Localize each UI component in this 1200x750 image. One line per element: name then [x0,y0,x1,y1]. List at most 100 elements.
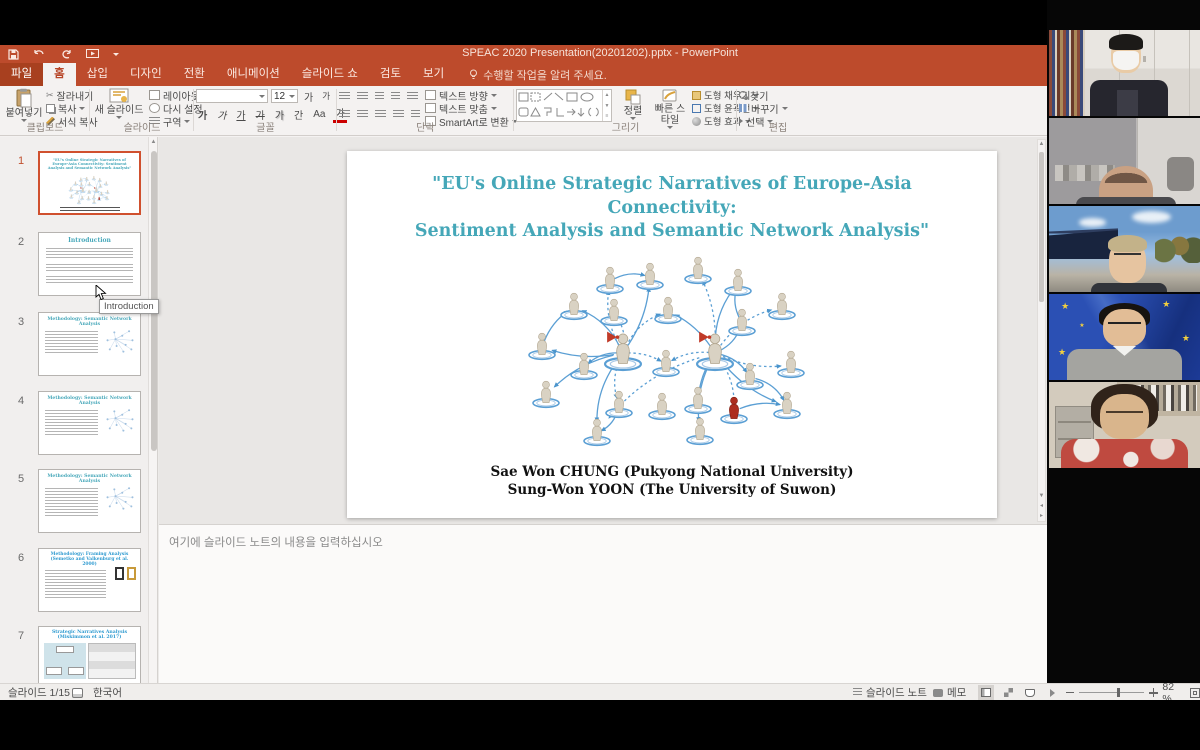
ime-indicator[interactable] [72,684,83,701]
layout-icon [149,90,160,100]
tab-design[interactable]: 디자인 [119,63,173,86]
new-slide-button[interactable]: 새 슬라이드 [93,88,145,119]
text-direction-icon [425,90,436,100]
thumb-number-4: 4 [18,395,24,407]
thumbnail-slide-7[interactable]: Strategic Narratives Analysis (Miskimmon… [38,626,141,683]
notes-placeholder[interactable]: 여기에 슬라이드 노트의 내용을 입력하십시오 [169,534,383,550]
group-clipboard: 붙여넣기 ✂잘라내기 복사 서식 복사 클립보드 [2,86,88,135]
slide-area-scrollbar[interactable]: ▲ ▼ ◂ ▸ [1037,139,1046,522]
notes-pane[interactable]: 여기에 슬라이드 노트의 내용을 입력하십시오 [159,524,1047,683]
tab-file[interactable]: 파일 [0,63,43,86]
network-diagram-image[interactable] [492,229,852,459]
replace-icon [739,104,748,112]
notes-icon [853,688,862,697]
scroll-up-arrow[interactable]: ▲ [1038,141,1045,147]
keyboard-icon [72,688,83,698]
slide-indicator[interactable]: 슬라이드 1/15 [8,684,70,701]
tab-slideshow[interactable]: 슬라이드 쇼 [291,63,369,86]
tab-transitions[interactable]: 전환 [173,63,216,86]
slide-sorter-view-button[interactable] [1000,685,1016,700]
copy-button[interactable]: 복사 [46,102,85,114]
tab-review[interactable]: 검토 [369,63,412,86]
scroll-down-arrow[interactable]: ▼ [1038,493,1045,499]
next-slide-button[interactable]: ▸ [1038,512,1045,519]
columns-icon[interactable] [411,110,420,119]
thumb1-network-image [54,172,126,206]
increase-indent-icon[interactable] [391,92,400,101]
frame-gold [127,567,136,580]
thumb-number-5: 5 [18,473,24,485]
participant-video-4[interactable]: ★★ ★★ ★★ [1049,294,1200,380]
reset-button[interactable]: 다시 설정 [149,102,203,114]
normal-view-button[interactable] [978,685,994,700]
top-black-bar [0,0,1200,45]
decrease-indent-icon[interactable] [375,92,384,101]
notes-toggle-button[interactable]: 슬라이드 노트 [853,684,927,701]
language-indicator[interactable]: 한국어 [93,684,122,701]
status-bar: 슬라이드 1/15 한국어 슬라이드 노트 메모 82 % [0,683,1200,700]
zoom-out-button[interactable] [1066,692,1074,694]
thumbnail-slide-1[interactable]: "EU's Online Strategic Narratives of Eur… [38,151,141,215]
thumbnail-slide-5[interactable]: Methodology: Semantic Network Analysis [38,469,141,533]
zoom-slider[interactable] [1079,692,1144,693]
slide-authors[interactable]: Sae Won CHUNG (Pukyong National Universi… [347,464,997,499]
current-slide[interactable]: "EU's Online Strategic Narratives of Eur… [347,151,997,518]
reset-icon [149,103,160,113]
thumbnail-slide-4[interactable]: Methodology: Semantic Network Analysis [38,391,141,455]
thumbnail-tooltip: Introduction [99,299,159,314]
tell-me-box[interactable]: 수행할 작업을 알려 주세요. [469,63,607,86]
tab-view[interactable]: 보기 [412,63,455,86]
font-name-combo[interactable] [196,89,268,103]
arrange-button[interactable]: 정렬 [616,88,650,120]
tab-insert[interactable]: 삽입 [76,63,119,86]
tab-home[interactable]: 홈 [43,63,76,86]
slideshow-view-button[interactable] [1044,685,1060,700]
participant-video-2[interactable] [1049,118,1200,204]
align-text-button[interactable]: 텍스트 맞춤 [425,102,497,114]
text-direction-button[interactable]: 텍스트 방향 [425,89,497,101]
reading-view-button[interactable] [1022,685,1038,700]
previous-slide-button[interactable]: ◂ [1038,502,1045,509]
bullets-icon[interactable] [339,92,350,101]
replace-button[interactable]: 바꾸기 [739,102,788,114]
cut-button[interactable]: ✂잘라내기 [46,89,93,101]
participant-video-5[interactable] [1049,382,1200,468]
paste-button[interactable]: 붙여넣기 [4,88,44,122]
glasses [1114,253,1141,260]
numbering-icon[interactable] [357,92,368,101]
grow-font-button[interactable]: 가 [302,89,315,104]
change-case-button[interactable]: Aa [311,109,327,120]
thumbnail-slide-6[interactable]: Methodology: Framing Analysis (Semetko a… [38,548,141,612]
thumbnail-slide-3[interactable]: Methodology: Semantic Network Analysis [38,312,141,376]
shrink-font-button[interactable]: 가 [320,90,332,102]
line-spacing-icon[interactable] [407,92,418,101]
thumb-number-1: 1 [18,155,24,167]
shapes-gallery[interactable]: ▲▼≡ [516,89,612,122]
face-mask [1113,51,1139,70]
justify-icon[interactable] [393,110,404,119]
slide-canvas: "EU's Online Strategic Narratives of Eur… [159,137,1047,524]
shapes-gallery-scroll[interactable]: ▲▼≡ [602,90,611,121]
find-button[interactable]: 찾기 [739,89,768,101]
font-size-combo[interactable]: 12 [271,89,298,103]
memo-toggle-button[interactable]: 메모 [933,684,966,701]
search-icon [739,91,747,99]
slide-thumbnail-panel: 1 "EU's Online Strategic Narratives of E… [0,137,158,683]
scissors-icon: ✂ [46,90,54,101]
thumbnail-slide-2[interactable]: Introduction [38,232,141,296]
scrollbar-thumb[interactable] [1039,152,1044,302]
quick-styles-icon [661,88,679,104]
align-right-icon[interactable] [375,110,386,119]
zoom-slider-thumb[interactable] [1117,688,1120,697]
tab-animations[interactable]: 애니메이션 [216,63,291,86]
align-left-icon[interactable] [339,110,350,119]
align-center-icon[interactable] [357,110,368,119]
participant-video-1[interactable] [1049,30,1200,116]
thumb-number-3: 3 [18,316,24,328]
participant-video-3[interactable] [1049,206,1200,292]
lightbulb-icon [469,69,478,81]
thumbnail-scrollbar[interactable]: ▲ [148,137,157,683]
scroll-up-arrow[interactable]: ▲ [150,138,157,147]
fit-to-window-button[interactable] [1190,688,1200,698]
zoom-in-button[interactable] [1149,688,1158,697]
